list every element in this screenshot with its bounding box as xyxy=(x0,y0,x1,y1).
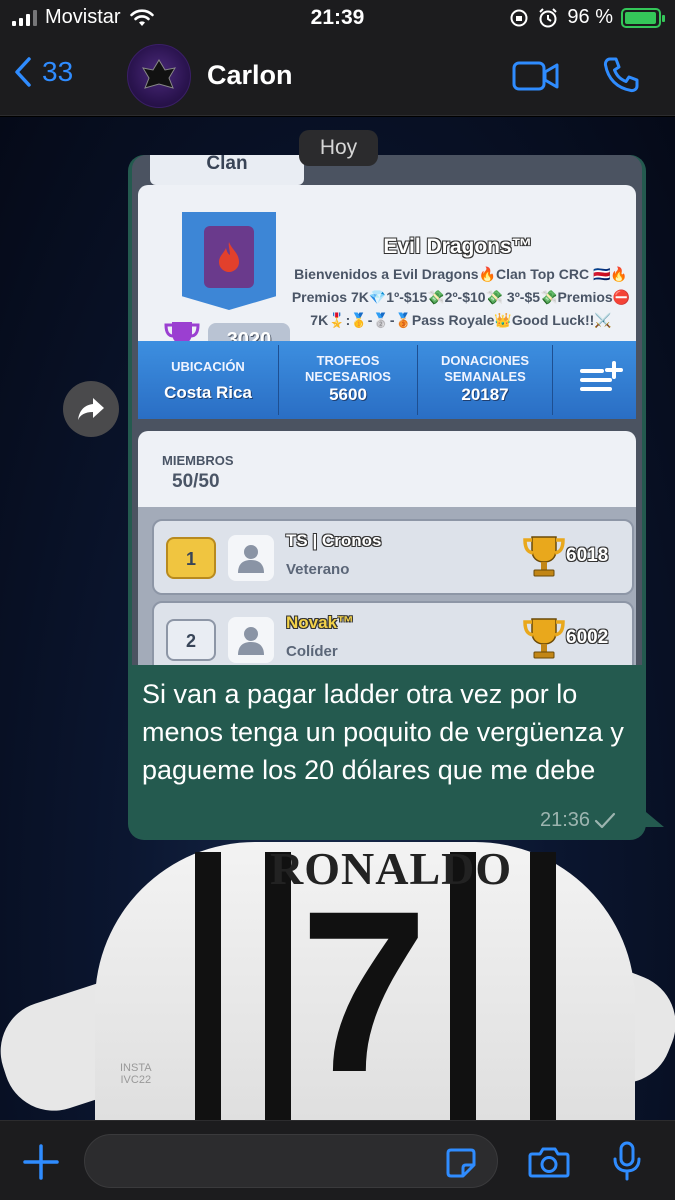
clan-name: Evil Dragons™ xyxy=(383,235,533,258)
wallpaper-watermark: INSTA IVC22 xyxy=(120,1062,152,1086)
sent-check-icon xyxy=(594,812,616,828)
clan-info-card: 3020 Evil Dragons™ Bienvenidos a Evil Dr… xyxy=(138,185,636,357)
back-button[interactable]: 33 xyxy=(14,56,73,88)
list-menu-icon xyxy=(580,361,623,391)
stat-donations-label-1: DONACIONES xyxy=(440,353,530,368)
battery-percent: 96 % xyxy=(567,6,613,28)
camera-icon xyxy=(528,1147,570,1178)
member-rank: 1 xyxy=(166,537,216,579)
phone-icon xyxy=(603,57,639,93)
battery-fill xyxy=(625,11,656,24)
member-rank: 2 xyxy=(166,619,216,661)
member-name: TS | Cronos xyxy=(286,531,382,550)
wallpaper-stripe xyxy=(195,852,221,1120)
member-role: Veterano xyxy=(286,561,350,578)
attach-button[interactable] xyxy=(22,1143,60,1186)
message-input[interactable] xyxy=(84,1134,498,1188)
plus-icon xyxy=(23,1144,59,1180)
stat-required-label-1: TROFEOS xyxy=(316,353,380,368)
unread-count: 33 xyxy=(42,56,74,87)
chat-area[interactable]: RONALDO 7 INSTA IVC22 Clan 3020 Evil Dra… xyxy=(0,117,675,1120)
status-right: 96 % xyxy=(509,6,665,29)
stat-location-value: Costa Rica xyxy=(164,383,252,402)
stat-donations-label-2: SEMANALES xyxy=(444,369,526,384)
date-separator: Hoy xyxy=(299,130,378,166)
status-bar: Movistar 21:39 96 % xyxy=(0,0,675,40)
gold-trophy-icon xyxy=(523,618,565,659)
members-label: MIEMBROS xyxy=(162,453,234,468)
stat-weekly-donations: DONACIONES SEMANALES 20187 xyxy=(418,341,552,419)
clan-stats-bar: UBICACIÓN Costa Rica TROFEOS NECESARIOS … xyxy=(138,341,636,419)
message-text: Si van a pagar ladder otra vez por lo me… xyxy=(142,679,624,785)
members-list: 1 TS | Cronos Veterano 6018 2 Novak™ Col… xyxy=(138,507,636,665)
stat-required-label-2: NECESARIOS xyxy=(305,369,391,384)
clan-description: Bienvenidos a Evil Dragons🔥Clan Top CRC … xyxy=(291,266,631,328)
clan-badge-emblem xyxy=(204,226,254,288)
video-camera-icon xyxy=(512,61,559,91)
flame-icon xyxy=(219,242,239,272)
message-time: 21:36 xyxy=(540,809,591,831)
contact-name[interactable]: Carlon xyxy=(207,60,293,91)
forward-arrow-icon xyxy=(78,398,104,420)
member-row: 1 TS | Cronos Veterano 6018 xyxy=(152,519,634,595)
microphone-icon xyxy=(613,1141,641,1181)
forward-button[interactable] xyxy=(63,381,119,437)
message-bubble[interactable]: Clan 3020 Evil Dragons™ Bienvenidos a Ev… xyxy=(128,155,646,840)
stat-required-trophies: TROFEOS NECESARIOS 5600 xyxy=(279,341,417,419)
members-count: 50/50 xyxy=(172,471,220,492)
members-card: MIEMBROS 50/50 xyxy=(138,431,636,507)
member-name: Novak™ xyxy=(286,613,355,632)
person-icon xyxy=(238,627,264,655)
chevron-left-icon xyxy=(15,57,31,87)
clan-tab: Clan xyxy=(150,155,304,185)
gold-trophy-icon xyxy=(523,536,565,577)
watermark-line-2: IVC22 xyxy=(120,1074,152,1087)
microphone-button[interactable] xyxy=(612,1141,642,1186)
sticker-button[interactable] xyxy=(445,1147,477,1184)
alarm-icon xyxy=(539,7,558,27)
stat-location-label: UBICACIÓN xyxy=(171,359,245,374)
rotation-lock-icon xyxy=(510,9,528,26)
watermark-line-1: INSTA xyxy=(120,1062,152,1074)
chat-header: 33 Carlon xyxy=(0,40,675,116)
member-trophies: 6002 xyxy=(566,627,609,648)
stat-required-value: 5600 xyxy=(329,385,367,404)
wallpaper-jersey-number: 7 xyxy=(300,863,428,1120)
stat-donations-value: 20187 xyxy=(461,385,509,404)
member-row: 2 Novak™ Colíder 6002 xyxy=(152,601,634,665)
video-call-button[interactable] xyxy=(512,60,560,97)
member-avatar xyxy=(228,617,274,663)
camera-button[interactable] xyxy=(528,1145,570,1184)
person-icon xyxy=(238,545,264,573)
dragon-logo-icon xyxy=(141,59,177,89)
stat-location: UBICACIÓN Costa Rica xyxy=(138,341,278,419)
contact-avatar[interactable] xyxy=(127,44,191,108)
image-attachment[interactable]: Clan 3020 Evil Dragons™ Bienvenidos a Ev… xyxy=(132,155,642,665)
input-bar xyxy=(0,1120,675,1200)
battery-icon xyxy=(621,7,665,28)
voice-call-button[interactable] xyxy=(602,56,640,99)
wallpaper-stripe xyxy=(530,852,556,1120)
member-role: Colíder xyxy=(286,643,338,660)
member-avatar xyxy=(228,535,274,581)
message-meta: 21:36 xyxy=(540,809,616,832)
sticker-icon xyxy=(446,1148,476,1178)
member-trophies: 6018 xyxy=(566,545,609,566)
stat-divider xyxy=(552,345,553,415)
